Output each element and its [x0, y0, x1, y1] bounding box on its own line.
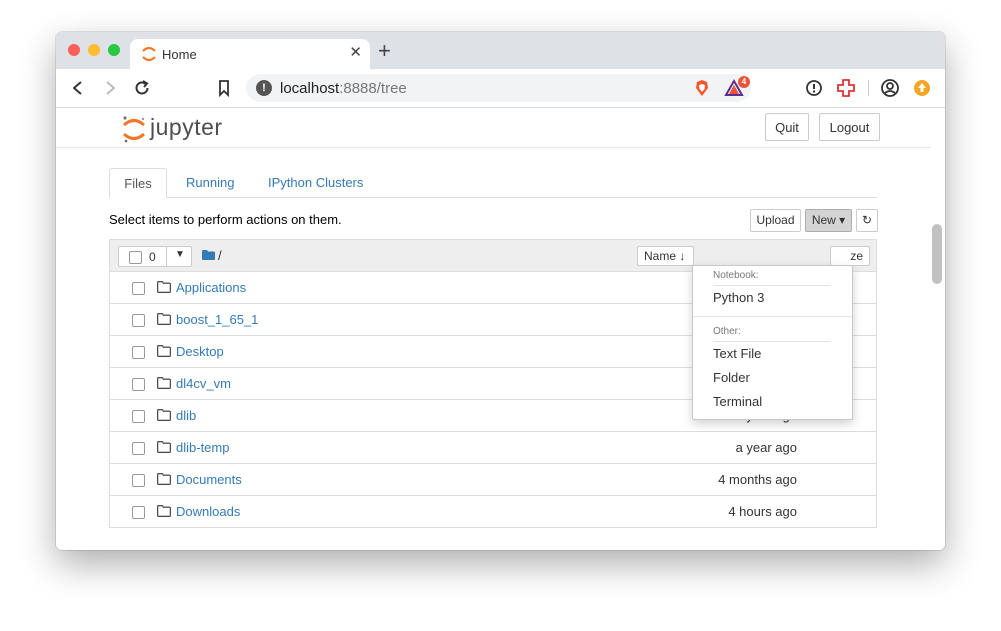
folder-icon — [157, 441, 171, 453]
row-checkbox[interactable] — [132, 474, 145, 487]
folder-icon — [157, 313, 171, 325]
new-text-file-item[interactable]: Text File — [713, 346, 761, 361]
file-name-link[interactable]: dlib — [176, 408, 196, 423]
row-checkbox[interactable] — [132, 506, 145, 519]
file-modified-date: a year ago — [735, 440, 797, 455]
jupyter-logo-icon[interactable] — [122, 114, 146, 144]
file-name-link[interactable]: Downloads — [176, 504, 240, 519]
breadcrumb[interactable]: / — [218, 248, 222, 263]
forward-icon[interactable] — [100, 78, 120, 98]
address-url[interactable]: localhost:8888/tree — [280, 80, 407, 97]
browser-toolbar: ! localhost:8888/tree 4 — [56, 69, 945, 108]
other-section-header: Other: — [713, 326, 741, 337]
sort-by-name-button[interactable]: Name ↓ — [637, 246, 694, 266]
file-modified-date: 4 hours ago — [728, 504, 797, 519]
browser-tab-title: Home — [162, 47, 197, 62]
jupyter-header: jupyter Quit Logout — [56, 108, 931, 148]
sort-by-size-button[interactable]: ze — [830, 246, 870, 266]
select-divider — [166, 247, 167, 266]
select-all-checkbox[interactable] — [129, 251, 142, 264]
file-name-link[interactable]: Applications — [176, 280, 246, 295]
toolbar-separator — [868, 80, 869, 96]
site-info-icon[interactable]: ! — [256, 80, 272, 96]
bookmark-icon[interactable] — [214, 78, 234, 98]
row-checkbox[interactable] — [132, 410, 145, 423]
table-row[interactable]: Downloads 4 hours ago — [109, 496, 877, 528]
reload-icon[interactable] — [132, 78, 152, 98]
upload-button[interactable]: Upload — [750, 209, 801, 232]
close-window-button[interactable] — [68, 44, 80, 56]
file-name-link[interactable]: boost_1_65_1 — [176, 312, 258, 327]
update-icon[interactable] — [912, 78, 932, 98]
chevron-down-icon[interactable]: ▼ — [175, 249, 185, 260]
new-tab-button[interactable]: + — [378, 40, 391, 62]
close-tab-icon[interactable]: ✕ — [349, 45, 362, 61]
address-bar[interactable]: ! localhost:8888/tree — [246, 74, 751, 102]
folder-icon — [157, 473, 171, 485]
vertical-scrollbar[interactable] — [932, 224, 942, 284]
tab-strip: Home ✕ + — [56, 32, 945, 69]
selected-count: 0 — [149, 250, 156, 264]
folder-icon — [157, 345, 171, 357]
row-checkbox[interactable] — [132, 378, 145, 391]
jupyter-page: jupyter Quit Logout Files Running IPytho… — [56, 108, 945, 550]
other-header-divider — [713, 341, 831, 342]
rewards-badge: 4 — [738, 76, 750, 88]
new-python3-notebook-item[interactable]: Python 3 — [713, 290, 764, 305]
file-name-link[interactable]: Documents — [176, 472, 242, 487]
notebook-header-divider — [713, 285, 831, 286]
folder-icon — [157, 409, 171, 421]
tab-ipython-clusters[interactable]: IPython Clusters — [268, 168, 363, 197]
file-name-link[interactable]: Desktop — [176, 344, 224, 359]
tab-files[interactable]: Files — [109, 168, 167, 198]
folder-icon — [157, 505, 171, 517]
menu-separator — [693, 316, 852, 317]
maximize-window-button[interactable] — [108, 44, 120, 56]
file-modified-date: 4 months ago — [718, 472, 797, 487]
file-name-link[interactable]: dl4cv_vm — [176, 376, 231, 391]
jupyter-favicon-icon — [142, 46, 156, 62]
file-name-link[interactable]: dlib-temp — [176, 440, 229, 455]
profile-icon[interactable] — [880, 78, 900, 98]
brave-shield-icon[interactable] — [692, 78, 712, 98]
new-dropdown-menu: Notebook: Python 3 Other: Text File Fold… — [692, 265, 853, 420]
select-all-control[interactable]: 0 ▼ — [118, 246, 192, 267]
new-dropdown-button[interactable]: New ▾ — [805, 209, 852, 232]
logout-button[interactable]: Logout — [819, 113, 880, 141]
folder-icon — [202, 250, 215, 260]
row-checkbox[interactable] — [132, 346, 145, 359]
table-row[interactable]: Documents 4 months ago — [109, 464, 877, 496]
tab-running[interactable]: Running — [186, 168, 234, 197]
jupyter-wordmark: jupyter — [150, 114, 223, 140]
info-extension-icon[interactable] — [804, 78, 824, 98]
medical-cross-extension-icon[interactable] — [836, 78, 856, 98]
row-checkbox[interactable] — [132, 282, 145, 295]
folder-icon — [157, 281, 171, 293]
dashboard-tabs: Files Running IPython Clusters — [109, 168, 877, 198]
back-icon[interactable] — [68, 78, 88, 98]
selection-instructions: Select items to perform actions on them. — [109, 212, 342, 227]
refresh-icon[interactable]: ↻ — [856, 209, 878, 232]
row-checkbox[interactable] — [132, 442, 145, 455]
browser-tab-home[interactable]: Home ✕ — [130, 39, 370, 69]
browser-window: Home ✕ + ! localhost:8888/tree 4 jupyter… — [56, 32, 945, 550]
url-path: :8888/tree — [339, 80, 407, 97]
new-terminal-item[interactable]: Terminal — [713, 394, 762, 409]
url-host: localhost — [280, 80, 340, 97]
row-checkbox[interactable] — [132, 314, 145, 327]
table-row[interactable]: dlib-temp a year ago — [109, 432, 877, 464]
minimize-window-button[interactable] — [88, 44, 100, 56]
notebook-section-header: Notebook: — [713, 270, 759, 281]
quit-button[interactable]: Quit — [765, 113, 809, 141]
folder-icon — [157, 377, 171, 389]
new-folder-item[interactable]: Folder — [713, 370, 750, 385]
